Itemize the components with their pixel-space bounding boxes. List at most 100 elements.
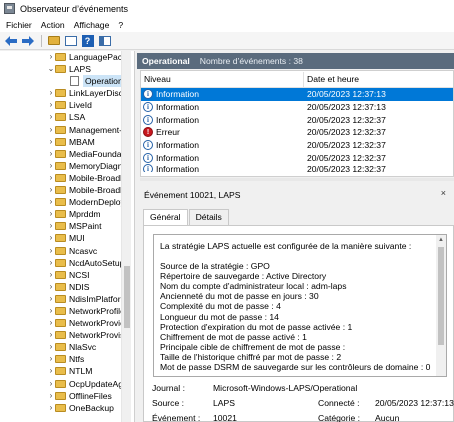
event-row[interactable]: i Information 20/05/2023 12:32:37 [141, 139, 453, 152]
event-list[interactable]: Niveau Date et heure i Information 20/05/2… [140, 70, 454, 177]
chevron-right-icon[interactable]: › [47, 99, 55, 111]
tree-item[interactable]: › OcpUpdateAg [0, 378, 134, 390]
tree-item[interactable]: › MediaFoundat [0, 148, 134, 160]
tree-item[interactable]: › LanguagePack [0, 51, 134, 63]
tree-item[interactable]: › NetworkProfile [0, 305, 134, 317]
chevron-right-icon[interactable]: › [47, 317, 55, 329]
folder-icon [55, 270, 66, 279]
tree-item[interactable]: › Ncasvc [0, 245, 134, 257]
tree-item[interactable]: › MSPaint [0, 220, 134, 232]
menu-action[interactable]: Action [41, 20, 65, 30]
description-scrollbar-thumb[interactable] [438, 247, 444, 345]
tree-item[interactable]: › MemoryDiagn [0, 160, 134, 172]
chevron-right-icon[interactable]: › [47, 87, 55, 99]
tree-item-label: MediaFoundat [69, 148, 124, 159]
event-description[interactable]: La stratégie LAPS actuelle est configuré… [153, 234, 447, 377]
chevron-right-icon[interactable]: › [47, 353, 55, 365]
tree-item[interactable]: › NetworkProvic [0, 317, 134, 329]
chevron-right-icon[interactable]: › [47, 196, 55, 208]
tree-item-label: OneBackup [69, 402, 114, 413]
chevron-right-icon[interactable]: › [47, 172, 55, 184]
chevron-right-icon[interactable]: › [47, 341, 55, 353]
column-level[interactable]: Niveau [141, 71, 304, 87]
up-folder-button[interactable] [46, 34, 61, 48]
event-row[interactable]: i Information 20/05/2023 12:32:37 [141, 164, 453, 173]
column-datetime[interactable]: Date et heure [304, 74, 359, 84]
folder-icon [55, 319, 66, 328]
chevron-right-icon[interactable]: › [47, 245, 55, 257]
chevron-right-icon[interactable]: › [47, 136, 55, 148]
menu-file[interactable]: Fichier [6, 20, 32, 30]
menu-help[interactable]: ? [118, 20, 123, 30]
toolbar-separator [41, 34, 42, 47]
event-row[interactable]: ! Erreur 20/05/2023 12:32:37 [141, 126, 453, 139]
chevron-right-icon[interactable]: › [47, 257, 55, 269]
scroll-up-icon[interactable]: ▲ [438, 237, 444, 243]
chevron-right-icon[interactable]: › [47, 390, 55, 402]
tree-item[interactable]: › LinkLayerDisco [0, 87, 134, 99]
tab-details[interactable]: Détails [188, 209, 229, 225]
chevron-right-icon[interactable]: › [47, 329, 55, 341]
tree-item[interactable]: › ModernDeploy [0, 196, 134, 208]
tree-item[interactable]: › NCSI [0, 269, 134, 281]
tree-item[interactable]: › LiveId [0, 99, 134, 111]
show-pane-button[interactable] [63, 34, 78, 48]
chevron-right-icon[interactable]: › [47, 269, 55, 281]
chevron-right-icon[interactable]: › [47, 232, 55, 244]
chevron-right-icon[interactable]: › [47, 148, 55, 160]
tree-item[interactable]: › Mobile-Broadl [0, 184, 134, 196]
description-scrollbar[interactable]: ▲ [436, 235, 446, 376]
tree-item[interactable]: › NetworkProvis [0, 329, 134, 341]
tree-item[interactable]: › NlaSvc [0, 341, 134, 353]
menu-view[interactable]: Affichage [74, 20, 110, 30]
tab-general[interactable]: Général [143, 209, 188, 226]
tree-item[interactable]: › MBAM [0, 136, 134, 148]
tree-item-label: NetworkProvis [69, 330, 125, 341]
tree-item-label: NetworkProvic [69, 318, 125, 329]
event-row[interactable]: i Information 20/05/2023 12:37:13 [141, 88, 453, 101]
event-row[interactable]: i Information 20/05/2023 12:37:13 [141, 101, 453, 114]
tree-item[interactable]: › NcdAutoSetup [0, 257, 134, 269]
pane-splitter[interactable] [140, 178, 454, 181]
description-line: Ancienneté du mot de passe en jours : 30 [160, 291, 319, 302]
chevron-right-icon[interactable]: › [47, 124, 55, 136]
close-icon[interactable]: × [441, 188, 446, 198]
chevron-right-icon[interactable]: › [47, 184, 55, 196]
tree-item[interactable]: › NTLM [0, 365, 134, 377]
chevron-right-icon[interactable]: › [47, 305, 55, 317]
event-row[interactable]: i Information 20/05/2023 12:32:37 [141, 113, 453, 126]
event-row[interactable]: i Information 20/05/2023 12:32:37 [141, 151, 453, 164]
tree-item[interactable]: › Management- [0, 124, 134, 136]
chevron-right-icon[interactable]: › [47, 293, 55, 305]
chevron-right-icon[interactable]: › [47, 51, 55, 63]
back-button[interactable] [3, 34, 18, 48]
chevron-right-icon[interactable]: › [47, 402, 55, 414]
tree-item[interactable]: Operational [0, 75, 134, 88]
tree-item[interactable]: › MUI [0, 232, 134, 244]
chevron-right-icon[interactable]: › [47, 281, 55, 293]
tree-item[interactable]: › Mobile-Broadl [0, 172, 134, 184]
tree-item[interactable]: › NdisImPlatforn [0, 293, 134, 305]
console-tree[interactable]: › LanguagePack ⌄ LAPS Operational › LinkLayerD… [0, 51, 135, 422]
action-pane-button[interactable] [97, 34, 112, 48]
forward-button[interactable] [20, 34, 35, 48]
chevron-right-icon[interactable]: › [47, 365, 55, 377]
tree-item[interactable]: › OfflineFiles [0, 390, 134, 402]
information-icon: i [143, 140, 153, 151]
tree-scrollbar[interactable] [121, 51, 131, 422]
chevron-right-icon[interactable]: › [47, 111, 55, 123]
chevron-right-icon[interactable]: › [47, 378, 55, 390]
tree-item[interactable]: › Ntfs [0, 353, 134, 365]
tree-item[interactable]: › OneBackup [0, 402, 134, 414]
chevron-right-icon[interactable]: › [47, 160, 55, 172]
tree-item[interactable]: ⌄ LAPS [0, 63, 134, 75]
tree-item[interactable]: › Mprddm [0, 208, 134, 220]
chevron-down-icon[interactable]: ⌄ [47, 63, 55, 75]
tree-scrollbar-thumb[interactable] [124, 266, 130, 328]
help-button[interactable]: ? [80, 34, 95, 48]
tree-item[interactable]: › LSA [0, 111, 134, 123]
tree-item[interactable]: › NDIS [0, 281, 134, 293]
window-title: Observateur d’événements [20, 3, 129, 14]
chevron-right-icon[interactable]: › [47, 208, 55, 220]
chevron-right-icon[interactable]: › [47, 220, 55, 232]
